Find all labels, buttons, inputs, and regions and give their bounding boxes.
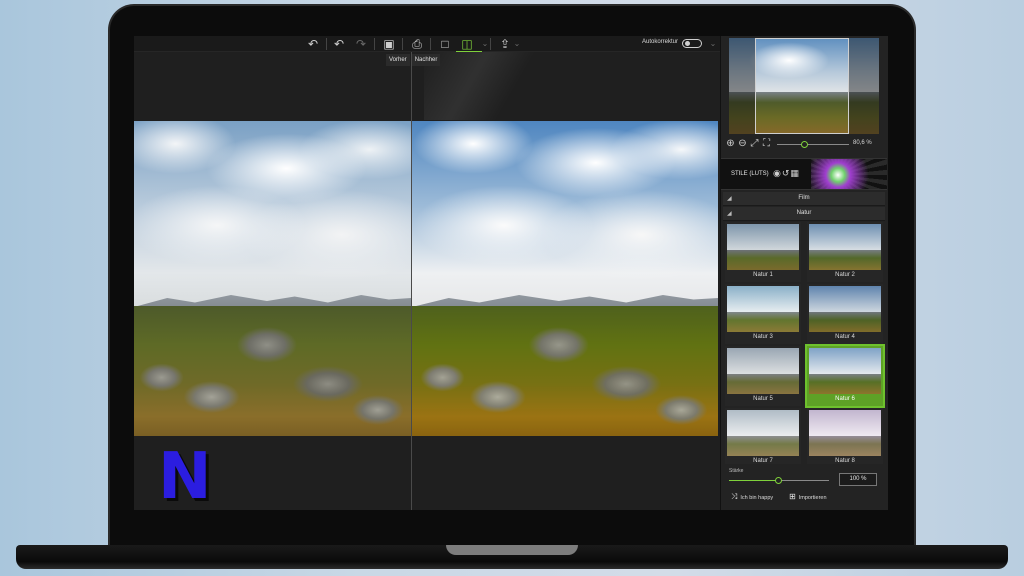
lut-label: Natur 6	[835, 396, 855, 402]
zoom-in-icon[interactable]: ⊕	[725, 138, 736, 150]
lut-label: Natur 2	[835, 272, 855, 278]
luts-actions: ◉↺▦	[773, 168, 800, 179]
lut-preview	[809, 286, 881, 332]
screen-reflection	[424, 52, 544, 120]
before-label[interactable]: Vorher	[386, 54, 410, 66]
app-screen: ↶ ↶ ↷ ▣ ⎙ □ ◫ ⌄ ⇪ ⌄ Autokorrektur ⌄ N Vo…	[134, 36, 888, 510]
lut-thumbnail[interactable]: Natur 7	[725, 408, 801, 464]
luts-header: STILE (LUTS) ◉↺▦	[721, 158, 887, 190]
toolbar-separator	[490, 38, 491, 50]
lut-thumbnail[interactable]: Natur 5	[725, 346, 801, 406]
after-image	[412, 121, 718, 436]
lut-preview	[727, 348, 799, 394]
lut-label: Natur 1	[753, 272, 773, 278]
sky-area	[412, 121, 718, 311]
lut-preview	[727, 224, 799, 270]
lut-thumbnail[interactable]: Natur 2	[807, 222, 883, 282]
lut-label: Natur 3	[753, 334, 773, 340]
luts-title: STILE (LUTS)	[731, 171, 769, 177]
lut-thumbnail[interactable]: Natur 1	[725, 222, 801, 282]
strength-slider-knob[interactable]	[775, 477, 782, 484]
brand-logo: N	[158, 440, 212, 510]
section-nature-label: Natur	[796, 210, 812, 216]
lut-thumbnail-grid: Natur 1 Natur 2 Natur 3 Natur 4 Natur 5 …	[725, 222, 885, 464]
navigator-preview[interactable]	[729, 38, 879, 134]
ground-area	[412, 306, 718, 436]
fit-screen-icon[interactable]: ⤢	[749, 138, 760, 150]
import-button-label: Importieren	[798, 495, 827, 501]
right-panel: ⊕ ⊖ ⤢ ⛶ 80,6 % STILE (LUTS) ◉↺▦ ◢ Film ◢…	[720, 36, 888, 510]
import-button[interactable]: ⊞ Importieren	[789, 491, 827, 503]
happy-button-label: Ich bin happy	[740, 495, 774, 501]
image-canvas[interactable]: N	[134, 52, 720, 510]
lut-thumbnail[interactable]: Natur 8	[807, 408, 883, 464]
lut-preview	[809, 224, 881, 270]
navigator-shade	[729, 38, 755, 134]
split-view-icon[interactable]: ◫	[460, 37, 474, 51]
section-nature[interactable]: ◢ Natur	[723, 207, 885, 221]
chevron-down-icon[interactable]: ⌄	[510, 37, 524, 51]
lut-preview	[809, 348, 881, 394]
lut-label: Natur 7	[753, 458, 773, 464]
after-label[interactable]: Nachher	[411, 54, 441, 66]
navigator-viewport-frame[interactable]	[755, 38, 849, 134]
toolbar-separator	[402, 38, 403, 50]
import-icon: ⊞	[789, 492, 796, 501]
lut-label: Natur 5	[753, 396, 773, 402]
ground-area	[134, 306, 411, 436]
navigator-shade	[849, 38, 879, 134]
happy-button[interactable]: ⤨ Ich bin happy	[731, 491, 773, 503]
sky-area	[134, 121, 411, 311]
undo-step-icon[interactable]: ↶	[332, 37, 346, 51]
lut-preview	[727, 410, 799, 456]
lut-preview	[727, 286, 799, 332]
main-toolbar: ↶ ↶ ↷ ▣ ⎙ □ ◫ ⌄ ⇪ ⌄ Autokorrektur ⌄	[134, 36, 720, 52]
grid-icon[interactable]: ▦	[790, 168, 800, 178]
toolbar-separator	[430, 38, 431, 50]
eye-icon[interactable]: ◉	[773, 168, 782, 178]
redo-icon[interactable]: ↷	[354, 37, 368, 51]
single-view-icon[interactable]: □	[438, 37, 452, 51]
zoom-controls: ⊕ ⊖ ⤢ ⛶ 80,6 %	[725, 138, 885, 152]
lut-label: Natur 8	[835, 458, 855, 464]
toolbar-separator	[326, 38, 327, 50]
strength-slider-fill	[729, 480, 779, 481]
laptop-notch	[446, 545, 578, 555]
compare-labels: Vorher Nachher	[386, 54, 441, 66]
zoom-slider-knob[interactable]	[801, 141, 808, 148]
print-icon[interactable]: ⎙	[410, 37, 424, 51]
lut-thumbnail[interactable]: Natur 4	[807, 284, 883, 344]
lut-thumbnail[interactable]: Natur 3	[725, 284, 801, 344]
undo-icon[interactable]: ↶	[306, 37, 320, 51]
chevron-down-icon[interactable]: ⌄	[706, 37, 720, 51]
lut-thumbnail-selected[interactable]: Natur 6	[805, 344, 885, 408]
actual-size-icon[interactable]: ⛶	[761, 138, 772, 150]
shuffle-icon: ⤨	[731, 492, 738, 501]
zoom-value: 80,6 %	[853, 140, 872, 146]
save-icon[interactable]: ▣	[382, 37, 396, 51]
section-film-label: Film	[798, 195, 810, 201]
before-image	[134, 121, 411, 436]
zoom-slider-track[interactable]	[777, 144, 849, 145]
zoom-out-icon[interactable]: ⊖	[737, 138, 748, 150]
luts-banner-graphic	[811, 159, 887, 189]
lut-label: Natur 4	[835, 334, 855, 340]
section-film[interactable]: ◢ Film	[723, 192, 885, 206]
auto-correct-label: Autokorrektur	[642, 39, 679, 45]
auto-correct-toggle[interactable]	[682, 39, 702, 48]
strength-label: Stärke	[729, 468, 744, 474]
strength-value-input[interactable]: 100 %	[839, 473, 877, 486]
lut-preview	[809, 410, 881, 456]
toolbar-separator	[374, 38, 375, 50]
